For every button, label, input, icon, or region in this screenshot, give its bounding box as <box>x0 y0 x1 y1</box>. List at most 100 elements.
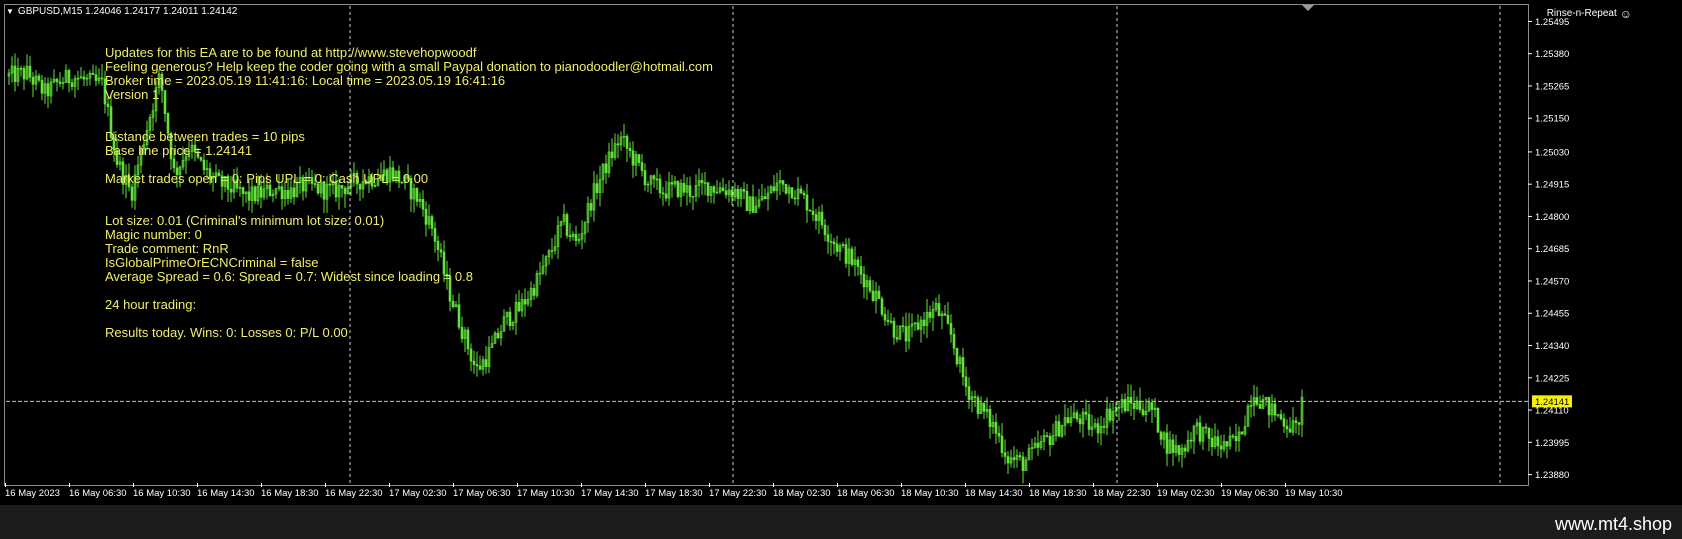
candle-body <box>280 186 284 200</box>
y-axis-label: 1.24340 <box>1535 341 1569 352</box>
x-axis-label: 19 May 10:30 <box>1285 488 1343 499</box>
candle-body <box>1141 409 1145 416</box>
candle-body <box>445 273 449 277</box>
candle-body <box>829 241 833 243</box>
candle-body <box>616 143 620 146</box>
chart-shift-marker-icon[interactable] <box>1302 5 1314 11</box>
candle-body <box>637 154 641 163</box>
candle-body <box>1282 418 1286 427</box>
candle-body <box>1078 418 1082 425</box>
candle-body <box>922 319 926 326</box>
candle-body <box>811 210 815 215</box>
candle-body <box>1138 400 1142 411</box>
x-axis-label: 17 May 18:30 <box>645 488 703 499</box>
candle-body <box>457 304 461 328</box>
candle-body <box>664 193 668 199</box>
candle-body <box>496 332 500 339</box>
candle-body <box>952 334 956 349</box>
candle-body <box>1210 437 1214 448</box>
candle-body <box>121 161 125 185</box>
candle-body <box>385 169 389 183</box>
candle-body <box>808 209 812 212</box>
candle-body <box>658 178 662 194</box>
candle-body <box>220 175 224 187</box>
candle-body <box>343 187 347 195</box>
expert-advisor-badge[interactable]: Rinse-n-Repeat ☺ <box>1547 8 1632 20</box>
candle-body <box>1258 404 1262 409</box>
candle-body <box>58 81 62 84</box>
candle-body <box>82 76 86 80</box>
candle-body <box>340 185 344 189</box>
symbol-info-text: GBPUSD,M15 1.24046 1.24177 1.24011 1.241… <box>17 6 238 17</box>
candle-body <box>508 311 512 326</box>
candle-body <box>1087 414 1091 430</box>
x-axis-label: 16 May 14:30 <box>197 488 255 499</box>
candle-body <box>1000 435 1004 453</box>
chart-window[interactable]: 1.25495 1.25380 1.25265 1.25150 1.25030 1.249… <box>0 0 1682 505</box>
candle-body <box>1006 456 1010 464</box>
x-axis-label: 18 May 06:30 <box>837 488 895 499</box>
candle-body <box>115 150 119 165</box>
candle-body <box>19 68 23 70</box>
candle-body <box>370 176 374 187</box>
candle-body <box>1102 425 1106 428</box>
candle-body <box>1231 435 1235 438</box>
candle-body <box>322 181 326 200</box>
y-axis-label: 1.25150 <box>1535 114 1569 125</box>
candle-body <box>70 82 74 87</box>
candle-body <box>772 186 776 192</box>
candle-body <box>448 276 452 302</box>
candle-body <box>1273 403 1277 416</box>
candle-body <box>397 170 401 183</box>
candle-body <box>1045 435 1049 437</box>
candle-body <box>199 156 203 161</box>
candle-body <box>55 78 59 83</box>
smiley-icon[interactable]: ☺ <box>1620 8 1632 20</box>
candle-body <box>904 326 908 342</box>
x-axis-label: 17 May 06:30 <box>453 488 511 499</box>
candle-body <box>820 211 824 226</box>
candle-body <box>790 187 794 199</box>
candle-body <box>724 190 728 196</box>
y-axis-label: 1.24685 <box>1535 244 1569 255</box>
candle-body <box>604 163 608 174</box>
candle-body <box>565 214 569 236</box>
candle-body <box>895 337 899 340</box>
candle-body <box>310 177 314 184</box>
candle-body <box>967 386 971 400</box>
candle-body <box>364 181 368 184</box>
x-axis-label: 16 May 10:30 <box>133 488 191 499</box>
candle-body <box>421 199 425 210</box>
candle-body <box>1096 423 1100 434</box>
candle-body <box>268 184 272 197</box>
price-chart[interactable]: 1.254951.253801.252651.251501.250301.249… <box>0 0 1682 505</box>
candle-body <box>1066 417 1070 423</box>
candle-body <box>793 197 797 200</box>
candle-body <box>1225 441 1229 447</box>
candle-body <box>781 180 785 185</box>
candle-body <box>1219 445 1223 450</box>
candle-body <box>46 83 50 97</box>
candle-body <box>964 376 968 387</box>
footer-bar: www.mt4.shop <box>0 505 1682 539</box>
x-axis-label: 16 May 18:30 <box>261 488 319 499</box>
candle-body <box>1018 455 1022 458</box>
candle-body <box>28 65 32 78</box>
candle-body <box>1204 426 1208 429</box>
candle-body <box>640 162 644 171</box>
candle-body <box>517 302 521 312</box>
candle-body <box>1267 396 1271 416</box>
collapse-triangle-icon[interactable]: ▼ <box>6 6 14 18</box>
y-axis-label: 1.25265 <box>1535 81 1569 92</box>
candle-body <box>469 348 473 362</box>
candle-body <box>472 360 476 365</box>
candle-body <box>424 208 428 225</box>
candle-body <box>568 235 572 237</box>
candle-body <box>862 274 866 288</box>
candle-body <box>682 183 686 193</box>
candle-body <box>997 433 1001 437</box>
candle-body <box>193 144 197 152</box>
candle-body <box>1198 422 1202 442</box>
candle-body <box>175 167 179 175</box>
candle-body <box>973 396 977 398</box>
